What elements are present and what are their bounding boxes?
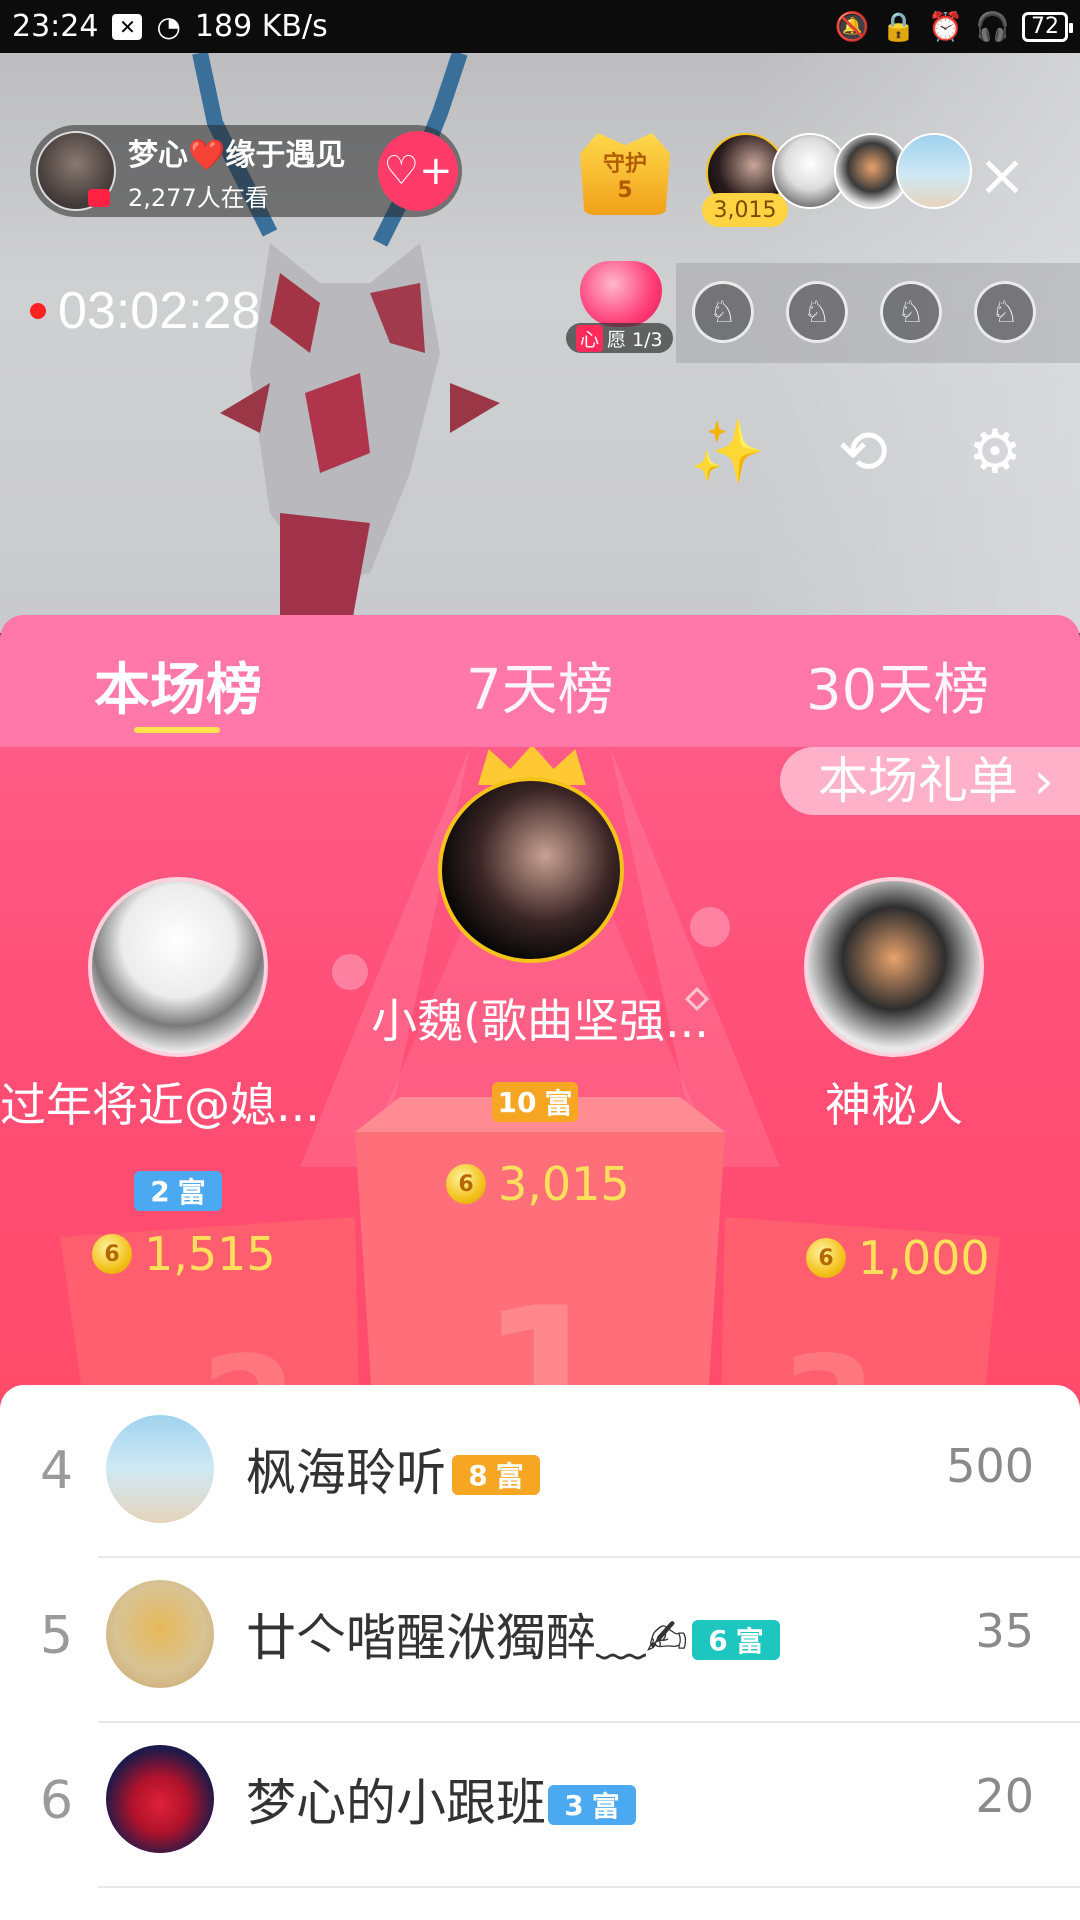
level-badge: 6富: [692, 1620, 780, 1660]
rank-number: 6: [40, 1771, 74, 1831]
empty-seat-icon[interactable]: ♘: [880, 281, 942, 343]
wish-progress-tag: 心愿 1/3: [566, 323, 673, 353]
level-value: 6: [708, 1623, 728, 1657]
avatar[interactable]: [106, 1745, 214, 1853]
ranking-tabs: 本场榜 7天榜 30天榜: [0, 615, 1080, 747]
heart-plus-icon: ♡+: [383, 148, 453, 194]
empty-seat-icon[interactable]: ♘: [786, 281, 848, 343]
guard-badge[interactable]: 守护 5: [580, 133, 670, 215]
wish-widget[interactable]: 心愿 1/3: [566, 261, 676, 353]
host-avatar[interactable]: [36, 131, 116, 211]
rank-2-coins-value: 1,515: [144, 1227, 276, 1281]
rank-number: 4: [40, 1441, 74, 1501]
timer-text: 03:02:28: [58, 282, 261, 340]
host-name: 梦心❤️缘于遇见: [128, 137, 346, 173]
settings-gear-icon[interactable]: ⚙: [958, 415, 1032, 489]
empty-seat-icon[interactable]: ♘: [692, 281, 754, 343]
rank-2-level-label: 富: [177, 1176, 206, 1209]
active-tab-indicator: [134, 727, 220, 733]
rank-3-coins-value: 1,000: [858, 1231, 990, 1285]
rank-3-name: 神秘人: [825, 1078, 963, 1132]
wish-label-a: 心: [576, 324, 604, 352]
tab-this-session[interactable]: 本场榜: [94, 645, 262, 726]
top-viewer-contribution-badge: 3,015: [702, 193, 788, 227]
rank-1-level-label: 富: [544, 1087, 573, 1120]
lock-icon: 🔒: [881, 10, 917, 43]
rank-2-avatar[interactable]: [88, 877, 268, 1057]
rank-1-level: 10: [497, 1085, 537, 1119]
rank-3-avatar[interactable]: [804, 877, 984, 1057]
coin-icon: 6: [92, 1234, 132, 1274]
mic-seat-strip: ♘ ♘ ♘ ♘: [676, 263, 1080, 363]
rank-2-level: 2: [150, 1174, 170, 1208]
level-value: 8: [468, 1458, 488, 1492]
rank-1-level-badge: 10 富: [492, 1082, 578, 1122]
rank-1-coins-value: 3,015: [498, 1157, 630, 1211]
status-time: 23:24: [12, 9, 99, 44]
guard-crown-icon: 守护 5: [580, 133, 670, 215]
tab-7-days[interactable]: 7天榜: [466, 645, 614, 726]
notification-x-icon: ✕: [112, 13, 143, 40]
score: 35: [975, 1604, 1034, 1658]
live-timer: 03:02:28: [30, 281, 260, 341]
gift-list-button[interactable]: 本场礼单 ›: [780, 747, 1080, 815]
rank-1-avatar[interactable]: [438, 777, 624, 963]
wish-heart-icon: [580, 261, 662, 327]
list-item[interactable]: 6 梦心的小跟班 3富 20: [0, 1723, 1080, 1888]
close-icon[interactable]: ×: [972, 145, 1032, 205]
score: 20: [975, 1769, 1034, 1823]
avatar[interactable]: [106, 1415, 214, 1523]
camera-switch-icon[interactable]: ⟲: [826, 415, 900, 489]
tab-30-days[interactable]: 30天榜: [806, 645, 989, 726]
viewer-avatar[interactable]: [896, 133, 972, 209]
status-bar: 23:24 ✕ ◔ 189 KB/s 🔕 🔒 ⏰ 🎧 72: [0, 0, 1080, 53]
user-name: 梦心的小跟班: [246, 1774, 546, 1832]
list-item[interactable]: 4 枫海聆听 8富 500: [0, 1393, 1080, 1558]
guard-count: 5: [617, 177, 633, 203]
rank-2-level-badge: 2富: [134, 1171, 222, 1211]
empty-seat-icon[interactable]: ♘: [974, 281, 1036, 343]
battery-indicator: 72: [1022, 11, 1073, 42]
user-name: 廿亽喈醒洑獨醉﹏✍: [246, 1609, 688, 1667]
wifi-icon: ◔: [156, 10, 181, 43]
user-name: 枫海聆听: [246, 1444, 446, 1502]
network-speed: 189 KB/s: [194, 9, 328, 44]
coin-icon: 6: [446, 1164, 486, 1204]
level-badge: 8富: [452, 1455, 540, 1495]
guard-label: 守护: [602, 151, 647, 177]
beauty-magic-wand-icon[interactable]: ✨: [690, 415, 765, 489]
list-item[interactable]: 5 廿亽喈醒洑獨醉﹏✍ 6富 35: [0, 1558, 1080, 1723]
follow-heart-button[interactable]: ♡+: [378, 131, 458, 211]
mute-bell-icon: 🔕: [834, 10, 870, 43]
host-info-pill[interactable]: 梦心❤️缘于遇见 2,277人在看 ♡+: [30, 125, 462, 217]
recording-dot-icon: [30, 303, 46, 319]
rank-3-coins: 6 1,000: [806, 1231, 990, 1285]
level-label: 富: [735, 1625, 764, 1658]
live-video[interactable]: 梦心❤️缘于遇见 2,277人在看 ♡+ 守护 5 3,015 × 03:02:…: [0, 53, 1080, 633]
live-indicator-icon: [88, 189, 110, 207]
rank-2-coins: 6 1,515: [92, 1227, 276, 1281]
avatar[interactable]: [106, 1580, 214, 1688]
coin-icon: 6: [806, 1238, 846, 1278]
ranking-list: 4 枫海聆听 8富 500 5 廿亽喈醒洑獨醉﹏✍ 6富 35 6 梦心的小跟班…: [0, 1385, 1080, 1920]
rank-1-name: 小魏(歌曲坚强...: [371, 994, 709, 1048]
headphones-icon: 🎧: [975, 10, 1010, 43]
level-label: 富: [591, 1790, 620, 1823]
level-badge: 3富: [548, 1785, 636, 1825]
wish-label-b: 愿 1/3: [607, 328, 663, 351]
divider: [98, 1886, 1080, 1888]
level-value: 3: [564, 1788, 584, 1822]
top-three-podium: 1 2 3 本场礼单 › 小魏(歌曲坚强... 10富 63,015 过年将近@…: [0, 747, 1080, 1447]
level-label: 富: [495, 1460, 524, 1493]
viewer-count: 2,277人在看: [128, 183, 269, 212]
rank-number: 5: [40, 1606, 74, 1666]
rank-1-coins: 6 3,015: [446, 1157, 630, 1211]
alarm-icon: ⏰: [928, 10, 964, 43]
rank-2-name: 过年将近@媳...: [0, 1078, 320, 1132]
score: 500: [946, 1439, 1034, 1493]
